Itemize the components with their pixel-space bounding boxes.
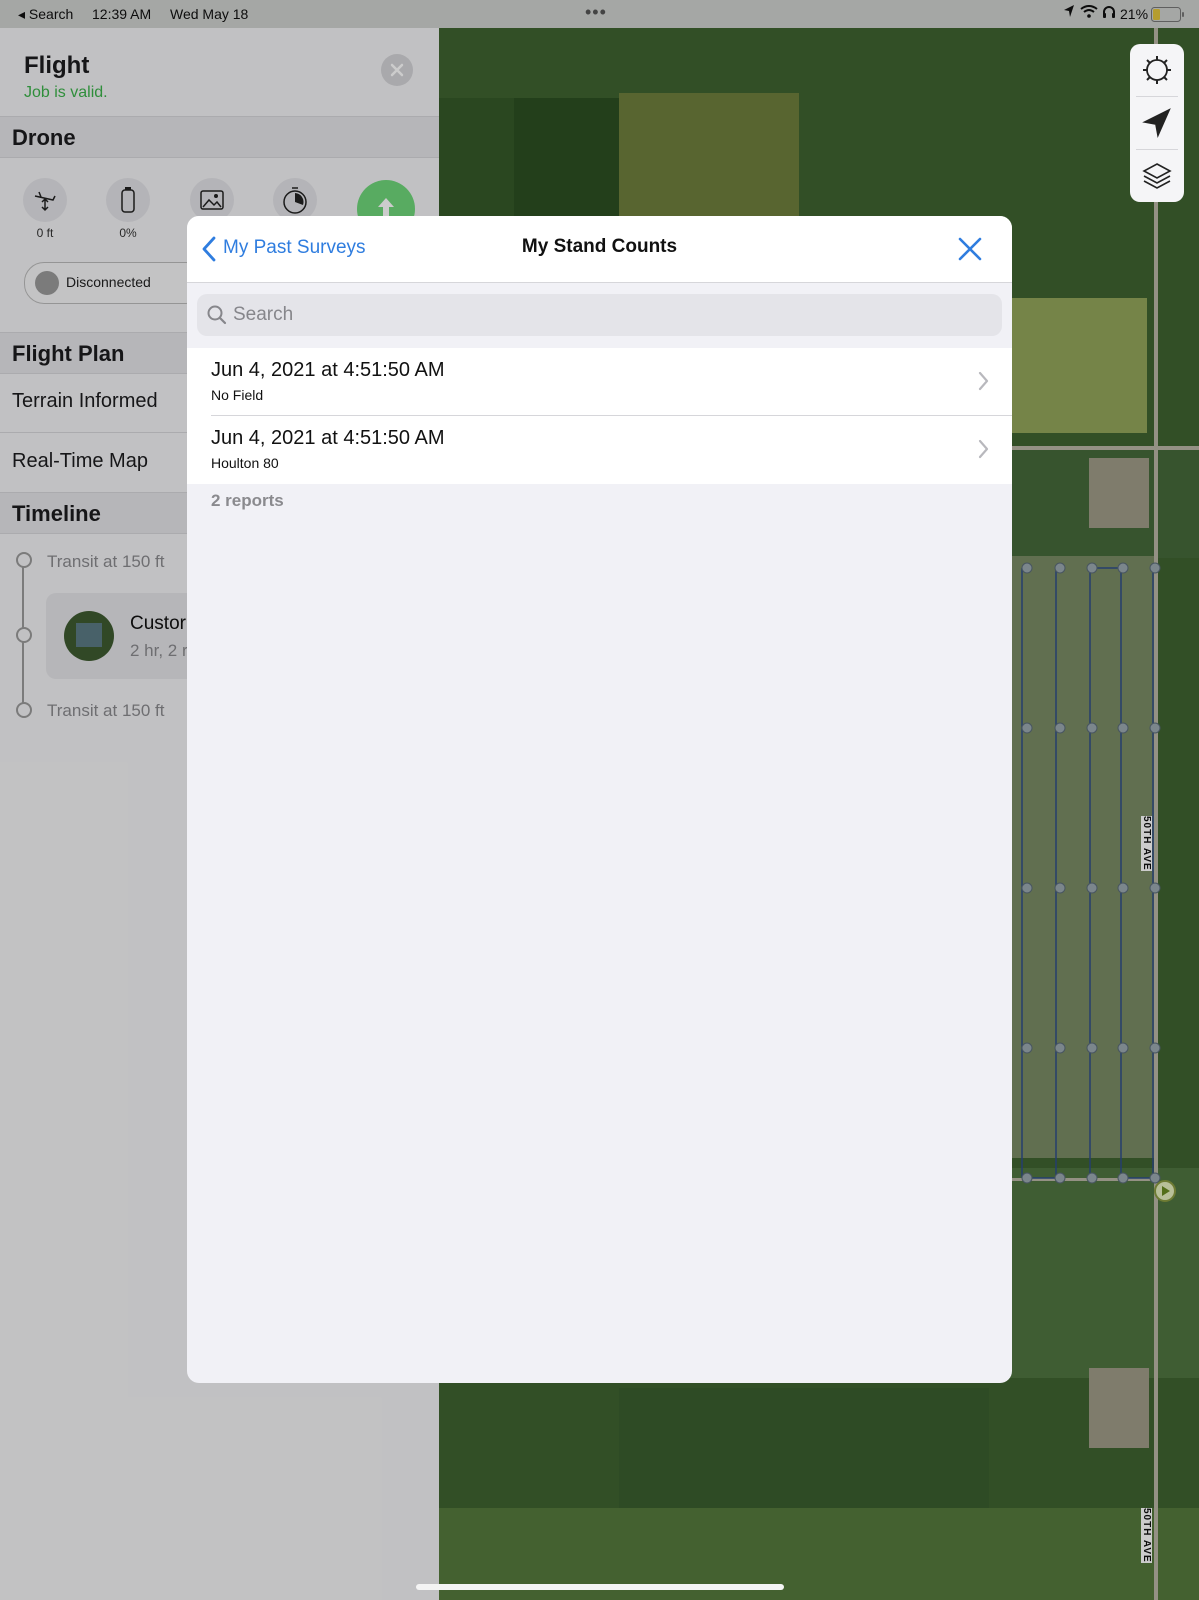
current-location-button[interactable] [1130,97,1184,149]
report-title: Jun 4, 2021 at 4:51:50 AM [211,427,445,449]
home-indicator[interactable] [416,1584,784,1590]
report-title: Jun 4, 2021 at 4:51:50 AM [211,359,445,381]
close-icon [958,237,982,261]
report-subtitle: Houlton 80 [211,455,279,471]
report-subtitle: No Field [211,387,264,403]
map-tools [1130,44,1184,202]
report-count: 2 reports [211,491,284,510]
map-layers-button[interactable] [1130,150,1184,202]
modal-header: My Past Surveys My Stand Counts [187,216,1012,283]
list-item[interactable]: Jun 4, 2021 at 4:51:50 AM No Field [187,348,1012,416]
settings-icon [1143,56,1171,84]
settings-button[interactable] [1130,44,1184,96]
search-field[interactable]: Search [197,294,1002,336]
search-placeholder: Search [233,304,294,325]
close-modal-button[interactable] [955,234,985,264]
list-item[interactable]: Jun 4, 2021 at 4:51:50 AM Houlton 80 [187,416,1012,484]
location-arrow-icon [1142,108,1171,139]
chevron-right-icon [978,371,989,391]
modal-title: My Stand Counts [521,236,678,257]
layers-icon [1142,163,1172,189]
chevron-right-icon [978,439,989,459]
stand-counts-modal: My Past Surveys My Stand Counts Search J… [187,216,1012,1383]
search-icon [207,305,227,325]
